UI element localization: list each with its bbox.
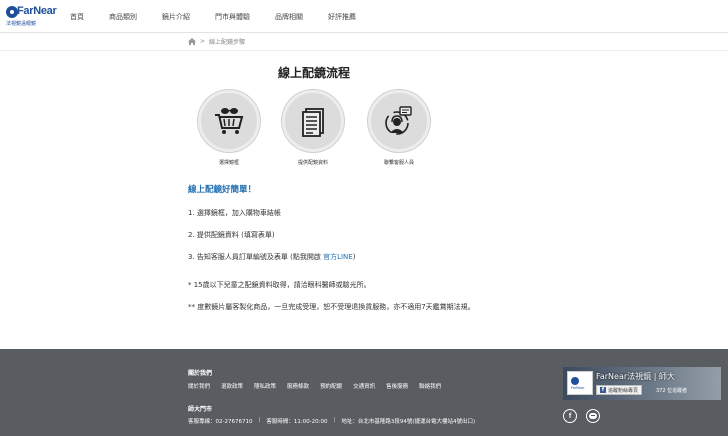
contact-address: 地址：台北市基隆路3段94號(捷運台電大樓站4號出口): [341, 419, 476, 425]
page-title: 線上配鏡流程: [277, 66, 350, 80]
separator: |: [258, 417, 261, 423]
official-line-link[interactable]: 官方LINE: [323, 253, 353, 261]
document-icon: [302, 108, 324, 137]
site-footer: 關於我們 關於我們 退款政策 隱私政策 服務條款 預約配鏡 交通資訊 售後服務 …: [0, 349, 728, 436]
contact-phone: 客服專線：02-27676710: [188, 419, 253, 425]
widget-thumbnail: FarNear: [567, 371, 593, 395]
breadcrumb: > 線上配鏡步驟: [188, 37, 245, 46]
thumb-brand: FarNear: [571, 386, 585, 390]
main-nav: 首頁 商品類別 鏡片介紹 門市與體驗 品牌相關 好評推薦: [70, 12, 381, 22]
step-label: 選擇鏡框: [218, 160, 239, 166]
instructions: 線上配鏡好簡單！ 1. 選擇鏡框，加入購物車結帳 2. 提供配鏡資料 (填寫表單…: [188, 183, 608, 274]
instruction-item: 2. 提供配鏡資料 (填寫表單): [188, 231, 275, 239]
footer-link[interactable]: 服務條款: [287, 382, 309, 390]
step-provide-data: 提供配鏡資料: [281, 90, 345, 166]
footer-link[interactable]: 隱私政策: [254, 382, 276, 390]
footer-link[interactable]: 關於我們: [188, 382, 210, 390]
note-item: * 15歲以下兒童之配鏡資料取得，請洽眼科醫師或驗光所。: [188, 281, 371, 289]
nav-home[interactable]: 首頁: [70, 12, 84, 22]
footer-link[interactable]: 預約配鏡: [320, 382, 342, 390]
follow-label: 追蹤粉絲專頁: [608, 387, 639, 394]
footer-link[interactable]: 交通資訊: [353, 382, 375, 390]
follower-count: 372 位追蹤者: [656, 388, 688, 394]
facebook-icon: f: [600, 387, 606, 393]
customer-service-icon: [385, 106, 412, 135]
home-icon[interactable]: [188, 38, 196, 45]
step-select-frame: 選擇鏡框: [197, 90, 261, 166]
logo-sub: 法視鏡遠眼鏡: [6, 21, 37, 27]
logo-brand: FarNear: [17, 5, 57, 17]
facebook-icon[interactable]: f: [563, 409, 577, 423]
follow-page-button[interactable]: f 追蹤粉絲專頁: [596, 385, 643, 395]
site-header: FarNear 法視鏡遠眼鏡 首頁 商品類別 鏡片介紹 門市與體驗 品牌相關 好…: [0, 0, 728, 33]
contact-hours: 客服時間：11:00-20:00: [266, 419, 328, 425]
step-circle: [368, 90, 430, 152]
breadcrumb-separator: >: [200, 38, 206, 45]
step-label: 聯繫客服人員: [383, 160, 414, 166]
nav-reviews[interactable]: 好評推薦: [328, 12, 356, 22]
step-circle: [198, 90, 260, 152]
breadcrumb-current: 線上配鏡步驟: [209, 39, 246, 46]
notes: * 15歲以下兒童之配鏡資料取得，請洽眼科醫師或驗光所。 ** 度數鏡片屬客製化…: [188, 280, 608, 324]
nav-stores[interactable]: 門市與體驗: [215, 12, 250, 22]
footer-links: 關於我們 退款政策 隱私政策 服務條款 預約配鏡 交通資訊 售後服務 聯絡我們: [188, 382, 452, 390]
steps: 選擇鏡框 提供配鏡資料 聯繫客服人員: [197, 90, 437, 170]
instruction-item-line: 3. 告知客服人員訂單編號及表單 (點我開啟 官方LINE): [188, 252, 608, 262]
footer-link[interactable]: 退款政策: [221, 382, 243, 390]
nav-brand[interactable]: 品牌相關: [275, 12, 303, 22]
note-item: ** 度數鏡片屬客製化商品，一旦完成受理，恕不受理退換貨服務，亦不適用7天鑑賞期…: [188, 303, 475, 311]
footer-link[interactable]: 聯絡我們: [419, 382, 441, 390]
instruction-item: 3. 告知客服人員訂單編號及表單 (點我開啟: [188, 253, 321, 261]
step-label: 提供配鏡資料: [297, 160, 328, 166]
divider: [0, 50, 728, 51]
instructions-subtitle: 線上配鏡好簡單！: [188, 185, 257, 195]
footer-contact: 客服專線：02-27676710 | 客服時間：11:00-20:00 | 地址…: [188, 417, 481, 425]
step-contact-service: 聯繫客服人員: [367, 90, 431, 166]
shopping-cart-icon: [215, 108, 244, 134]
separator: |: [333, 417, 336, 423]
footer-store-title: 師大門市: [188, 406, 213, 413]
widget-page-name[interactable]: FarNear法視鏡 | 師大: [596, 371, 675, 382]
instruction-item: 1. 選擇鏡框，加入購物車結帳: [188, 209, 281, 217]
footer-about-title: 關於我們: [188, 370, 213, 377]
facebook-page-widget[interactable]: FarNear FarNear法視鏡 | 師大 f 追蹤粉絲專頁 372 位追蹤…: [563, 367, 721, 400]
step-circle: [282, 90, 344, 152]
line-icon[interactable]: [586, 409, 600, 423]
nav-products[interactable]: 商品類別: [109, 12, 137, 22]
logo[interactable]: FarNear 法視鏡遠眼鏡: [6, 5, 57, 29]
instruction-item-suffix: ): [352, 253, 356, 261]
footer-link[interactable]: 售後服務: [386, 382, 408, 390]
logo-mark-icon: [571, 377, 579, 385]
nav-lenses[interactable]: 鏡片介紹: [162, 12, 190, 22]
